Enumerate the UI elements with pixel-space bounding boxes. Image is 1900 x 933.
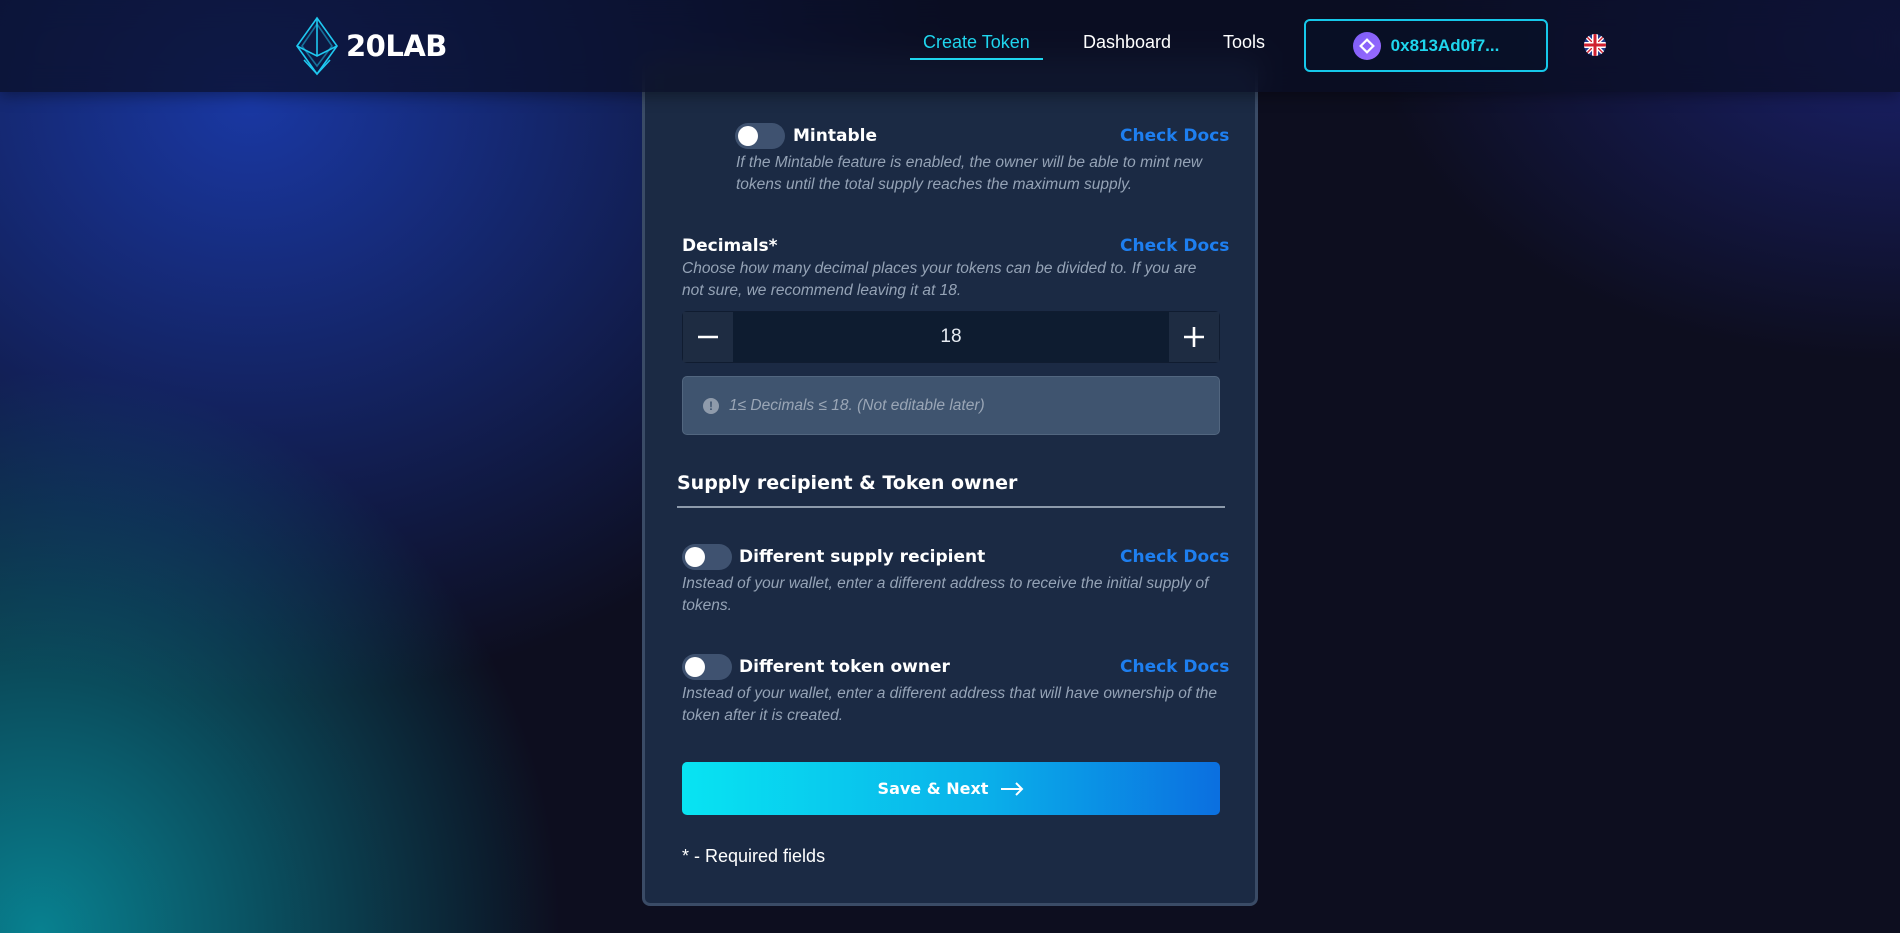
arrow-right-icon [1001, 781, 1024, 796]
supply-recipient-description: Instead of your wallet, enter a differen… [682, 575, 1209, 614]
supply-recipient-label: Different supply recipient [739, 547, 986, 567]
decimals-hint-box: ! 1≤ Decimals ≤ 18. (Not editable later) [682, 376, 1220, 435]
increment-button[interactable] [1169, 312, 1219, 362]
toggle-knob [685, 547, 705, 567]
save-next-label: Save & Next [877, 779, 989, 798]
wallet-network-icon [1352, 31, 1381, 60]
decrement-button[interactable] [683, 312, 733, 362]
supply-recipient-toggle[interactable] [682, 544, 732, 570]
logo[interactable]: 20LAB [292, 16, 447, 76]
toggle-knob [685, 657, 705, 677]
token-owner-description: Instead of your wallet, enter a differen… [682, 685, 1218, 724]
ethereum-diamond-icon [296, 16, 338, 76]
supply-recipient-check-docs-link[interactable]: Check Docs [1120, 547, 1229, 567]
token-owner-toggle[interactable] [682, 654, 732, 680]
decimals-input[interactable]: 18 [733, 312, 1169, 362]
decimals-stepper: 18 [682, 311, 1220, 363]
decimals-check-docs-link[interactable]: Check Docs [1120, 236, 1229, 256]
nav-tools[interactable]: Tools [1223, 32, 1265, 53]
wallet-button[interactable]: 0x813Ad0f7... [1304, 19, 1548, 72]
decimals-label: Decimals* [682, 236, 778, 256]
toggle-knob [738, 126, 758, 146]
top-navbar: 20LAB Create Token Dashboard Tools 0x813… [0, 0, 1900, 92]
decimals-hint-text: 1≤ Decimals ≤ 18. (Not editable later) [729, 396, 985, 414]
decimals-description: Choose how many decimal places your toke… [682, 260, 1197, 299]
section-title: Supply recipient & Token owner [677, 472, 1018, 494]
mintable-toggle[interactable] [735, 123, 785, 149]
token-form-card: Mintable Check Docs If the Mintable feat… [642, 60, 1258, 906]
nav-dashboard[interactable]: Dashboard [1083, 32, 1171, 53]
plus-icon [1184, 327, 1204, 347]
save-next-button[interactable]: Save & Next [682, 762, 1220, 815]
required-fields-note: * - Required fields [682, 846, 826, 866]
logo-text: 20LAB [346, 29, 447, 63]
token-owner-label: Different token owner [739, 657, 950, 677]
token-owner-check-docs-link[interactable]: Check Docs [1120, 657, 1229, 677]
mintable-label: Mintable [793, 126, 877, 146]
mintable-check-docs-link[interactable]: Check Docs [1120, 126, 1229, 146]
section-divider [677, 506, 1225, 508]
uk-flag-icon[interactable] [1584, 34, 1606, 56]
minus-icon [698, 335, 718, 339]
mintable-description: If the Mintable feature is enabled, the … [736, 154, 1203, 193]
wallet-address: 0x813Ad0f7... [1390, 35, 1500, 55]
exclamation-icon: ! [703, 397, 719, 414]
nav-create-token[interactable]: Create Token [910, 32, 1043, 60]
